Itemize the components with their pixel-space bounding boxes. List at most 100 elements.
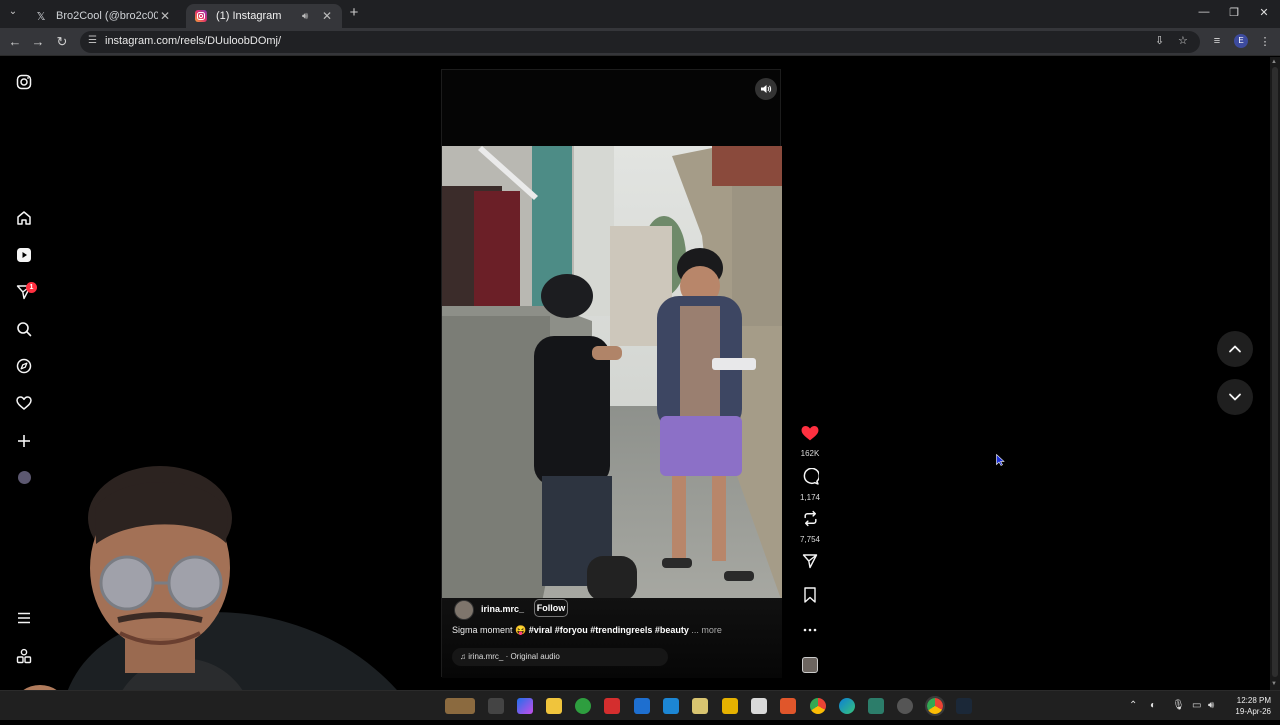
file-explorer-icon[interactable]: [546, 698, 562, 714]
next-reel-button[interactable]: [1217, 379, 1253, 415]
chevron-up-icon: [1229, 345, 1241, 353]
instagram-logo-icon[interactable]: [14, 72, 34, 92]
clock-time: 12:28 PM: [1236, 696, 1271, 705]
reels-icon[interactable]: [14, 245, 34, 265]
address-bar[interactable]: ☰ instagram.com/reels/DUuloobDOmj/ ⇩ ☆: [80, 31, 1200, 53]
like-button[interactable]: 162K: [798, 425, 822, 458]
home-icon[interactable]: [14, 208, 34, 228]
browser-toolbar: ← → ↻ ☰ instagram.com/reels/DUuloobDOmj/…: [0, 28, 1280, 56]
like-count: 162K: [800, 449, 820, 458]
brave-browser-icon[interactable]: [780, 698, 796, 714]
v-app-icon[interactable]: [722, 698, 738, 714]
restore-icon[interactable]: ❐: [1226, 6, 1242, 19]
tab-title: Bro2Cool (@bro2c00l) / X: [56, 10, 158, 22]
scroll-down-icon[interactable]: ▼: [1271, 681, 1277, 687]
audio-toggle-speaker-icon[interactable]: [755, 78, 777, 100]
clock-date: 19-Apr-26: [1235, 707, 1271, 716]
new-tab-plus-icon[interactable]: +: [346, 5, 362, 22]
heart-filled-icon: [801, 426, 819, 441]
site-info-icon[interactable]: ☰: [88, 35, 97, 46]
image-editor-icon[interactable]: [692, 698, 708, 714]
browser-tab-strip: ⌄ 𝕏 Bro2Cool (@bro2c00l) / X ✕ (1) Insta…: [0, 0, 1280, 28]
reel-author-avatar[interactable]: [454, 600, 474, 620]
repost-button[interactable]: 7,754: [798, 510, 822, 544]
original-audio-link[interactable]: ♫ irina.mrc_ · Original audio: [452, 648, 668, 666]
ellipsis-icon: [803, 628, 817, 632]
caption-hashtags[interactable]: #viral #foryou #trendingreels #beauty: [529, 625, 689, 635]
app-bolt-icon[interactable]: [604, 698, 620, 714]
volume-icon[interactable]: 🔊︎: [1208, 700, 1214, 711]
tab-instagram[interactable]: (1) Instagram 🔊︎ ✕: [186, 4, 342, 28]
repost-count: 7,754: [799, 535, 821, 544]
save-button[interactable]: [798, 587, 822, 608]
reading-list-icon[interactable]: ≡: [1209, 35, 1225, 47]
tab-title: (1) Instagram: [216, 10, 282, 22]
page-scrollbar[interactable]: ▲ ▼: [1270, 57, 1280, 690]
weather-widget-icon[interactable]: [445, 698, 475, 714]
system-clock[interactable]: 12:28 PM 19-Apr-26: [1221, 695, 1271, 717]
copilot-icon[interactable]: [517, 698, 533, 714]
audio-label: irina.mrc_ · Original audio: [468, 652, 560, 661]
windows-taskbar: ⌃ ◐ 🎙︎ ▭ 🔊︎ 12:28 PM 19-Apr-26: [0, 690, 1280, 720]
reel-caption: Sigma moment 😝 #viral #foryou #trendingr…: [452, 625, 722, 636]
explore-icon[interactable]: [14, 356, 34, 376]
close-icon[interactable]: ✕: [320, 9, 334, 23]
comment-bubble-icon: [803, 467, 820, 485]
reel-video[interactable]: [442, 146, 782, 602]
install-app-icon[interactable]: ⇩: [1155, 34, 1164, 47]
notepad-icon[interactable]: [663, 698, 679, 714]
comment-count: 1,174: [799, 493, 821, 502]
close-icon[interactable]: ✕: [158, 9, 172, 23]
tab-search-chevron-icon[interactable]: ⌄: [4, 6, 22, 22]
forward-arrow-icon[interactable]: →: [30, 34, 46, 50]
reel-author-username[interactable]: irina.mrc_: [481, 604, 524, 614]
scroll-up-icon[interactable]: ▲: [1271, 59, 1277, 65]
comment-button[interactable]: 1,174: [798, 467, 822, 502]
network-icon[interactable]: ▭: [1192, 700, 1201, 711]
url-text: instagram.com/reels/DUuloobDOmj/: [105, 35, 282, 47]
bookmark-icon: [804, 587, 816, 603]
music-note-icon: ♫: [460, 652, 466, 661]
photos-app-icon[interactable]: [634, 698, 650, 714]
more-options-button[interactable]: [798, 622, 822, 643]
tray-app-icon[interactable]: ◐: [1150, 700, 1156, 711]
instagram-icon: [194, 9, 208, 23]
window-close-icon[interactable]: ✕: [1256, 6, 1272, 19]
snipping-tool-icon[interactable]: [751, 698, 767, 714]
chrome-active-icon[interactable]: [925, 696, 945, 716]
chrome-icon[interactable]: [810, 698, 826, 714]
steam-icon[interactable]: [956, 698, 972, 714]
reel-card: irina.mrc_ Follow Sigma moment 😝 #viral …: [441, 69, 782, 678]
share-button[interactable]: [798, 553, 822, 574]
repost-icon: [803, 510, 817, 527]
mouse-cursor-icon: [996, 454, 1005, 466]
browser-profile-avatar[interactable]: E: [1234, 34, 1248, 48]
follow-button[interactable]: Follow: [534, 599, 568, 617]
back-arrow-icon[interactable]: ←: [7, 34, 23, 50]
webcam-overlay: [0, 448, 420, 721]
browser-menu-icon[interactable]: ⋮: [1257, 35, 1273, 48]
scrollbar-thumb[interactable]: [1272, 67, 1278, 677]
xbox-icon[interactable]: [575, 698, 591, 714]
reload-icon[interactable]: ↻: [54, 34, 70, 50]
task-view-icon[interactable]: [488, 698, 504, 714]
speaker-icon[interactable]: 🔊︎: [302, 11, 316, 22]
reel-info-panel: irina.mrc_ Follow Sigma moment 😝 #viral …: [442, 598, 782, 678]
store-icon[interactable]: [868, 698, 884, 714]
caption-more-link[interactable]: ... more: [691, 625, 722, 635]
messages-badge: 1: [26, 282, 37, 293]
caption-emoji: 😝: [515, 625, 527, 635]
bookmark-star-icon[interactable]: ☆: [1178, 34, 1188, 47]
edge-icon[interactable]: [839, 698, 855, 714]
settings-gear-icon[interactable]: [897, 698, 913, 714]
previous-reel-button[interactable]: [1217, 331, 1253, 367]
x-logo-icon: 𝕏: [36, 10, 46, 23]
notifications-heart-icon[interactable]: [14, 393, 34, 413]
tray-overflow-chevron-icon[interactable]: ⌃: [1129, 700, 1137, 711]
tab-x[interactable]: 𝕏 Bro2Cool (@bro2c00l) / X ✕: [26, 4, 180, 28]
microphone-icon[interactable]: 🎙︎: [1172, 700, 1185, 711]
minimize-icon[interactable]: —: [1196, 6, 1212, 18]
search-icon[interactable]: [14, 319, 34, 339]
audio-thumbnail[interactable]: [802, 657, 818, 673]
chevron-down-icon: [1229, 393, 1241, 401]
